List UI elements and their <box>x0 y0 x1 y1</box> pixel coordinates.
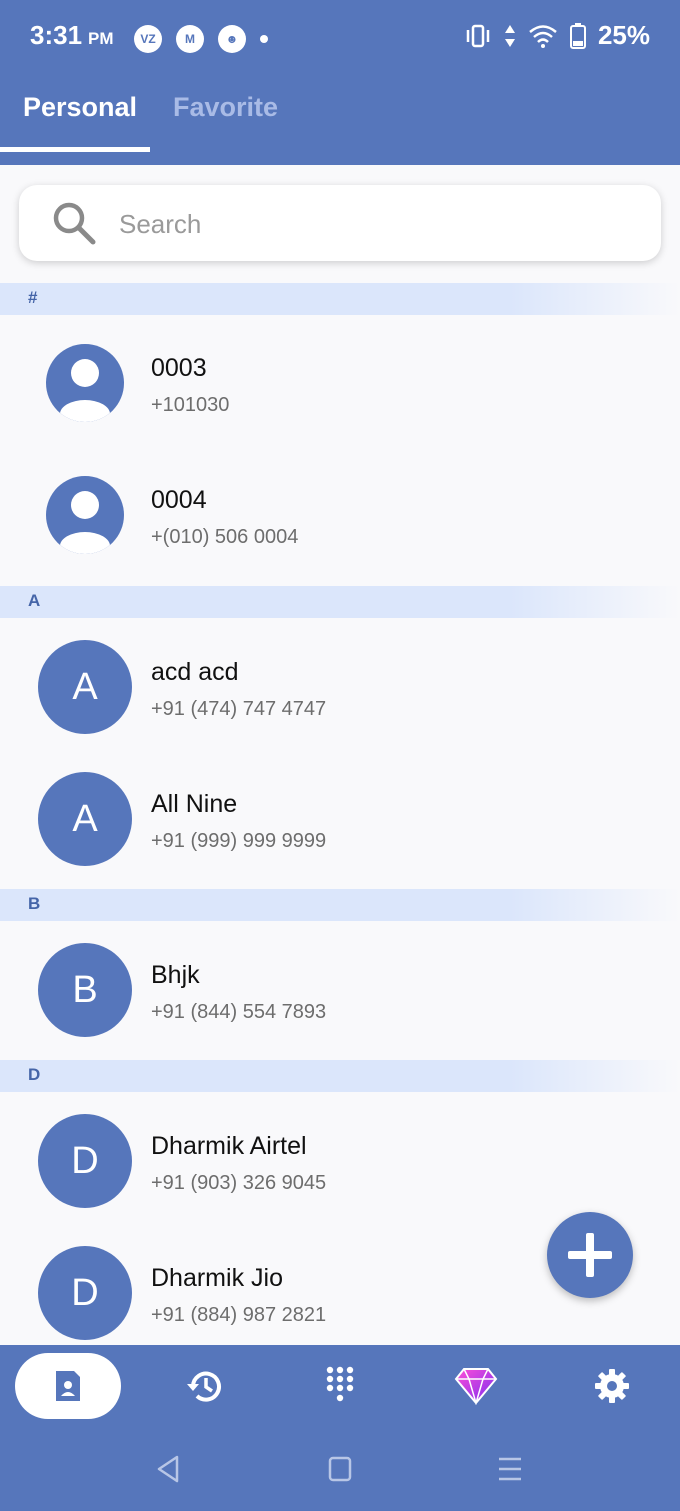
vibrate-icon <box>466 24 490 47</box>
verizon-icon: VZ <box>134 25 162 53</box>
contact-row[interactable]: B Bhjk +91 (844) 554 7893 <box>0 925 680 1057</box>
search-input[interactable] <box>117 203 621 245</box>
nav-history[interactable] <box>151 1353 257 1419</box>
contact-phone: +(010) 506 0004 <box>151 526 299 548</box>
search-bar[interactable] <box>19 185 661 261</box>
contact-name: Dharmik Airtel <box>151 1132 307 1160</box>
active-tab-indicator <box>0 147 150 152</box>
contact-name: Bhjk <box>151 961 200 989</box>
section-header: A <box>0 586 680 618</box>
contact-phone: +91 (903) 326 9045 <box>151 1172 327 1194</box>
nav-dialpad[interactable] <box>287 1353 393 1419</box>
contact-row[interactable]: 0004 +(010) 506 0004 <box>0 450 680 582</box>
more-notifications-dot <box>260 35 268 43</box>
person-icon <box>46 344 124 422</box>
contact-avatar: D <box>38 1114 132 1208</box>
contact-phone: +91 (999) 999 9999 <box>151 830 327 852</box>
contact-avatar: D <box>38 1246 132 1340</box>
home-icon[interactable] <box>328 1455 352 1483</box>
contact-name: 0003 <box>151 354 207 382</box>
bottom-navigation <box>0 1345 680 1511</box>
recents-icon[interactable] <box>497 1455 523 1483</box>
contact-avatar: B <box>38 943 132 1037</box>
contact-row[interactable]: A acd acd +91 (474) 747 4747 <box>0 622 680 754</box>
contact-name: 0004 <box>151 486 207 514</box>
section-header: D <box>0 1060 680 1092</box>
back-icon[interactable] <box>155 1455 181 1483</box>
contact-row[interactable]: D Dharmik Airtel +91 (903) 326 9045 <box>0 1096 680 1228</box>
contact-phone: +91 (474) 747 4747 <box>151 698 327 720</box>
battery-percentage: 25% <box>597 20 650 50</box>
contact-phone: +91 (844) 554 7893 <box>151 1001 327 1023</box>
section-header: # <box>0 283 680 315</box>
contact-name: acd acd <box>151 658 239 686</box>
messages-icon: M <box>176 25 204 53</box>
notification-icons: VZ M ☻ <box>134 25 268 53</box>
assistant-icon: ☻ <box>218 25 246 53</box>
contact-name: Dharmik Jio <box>151 1264 283 1292</box>
dialpad-icon <box>326 1366 354 1402</box>
settings-icon <box>595 1369 629 1403</box>
tab-favorite[interactable]: Favorite <box>173 92 278 123</box>
plus-icon <box>568 1233 612 1277</box>
nav-settings[interactable] <box>559 1353 665 1419</box>
premium-gem-icon <box>454 1368 498 1405</box>
tab-bar: Personal Favorite <box>0 78 680 165</box>
status-indicators: 25% <box>464 20 650 51</box>
status-time: 3:31 PM <box>30 20 114 50</box>
contact-row[interactable]: 0003 +101030 <box>0 318 680 450</box>
person-icon <box>46 476 124 554</box>
contact-avatar: A <box>38 772 132 866</box>
contact-phone: +101030 <box>151 394 230 416</box>
app-header: 3:31 PM VZ M ☻ 25% Personal Favorite <box>0 0 680 165</box>
status-bar: 3:31 PM VZ M ☻ 25% <box>0 0 680 78</box>
contact-phone: +91 (884) 987 2821 <box>151 1304 327 1326</box>
contact-row[interactable]: A All Nine +91 (999) 999 9999 <box>0 754 680 886</box>
nav-contacts[interactable] <box>15 1353 121 1419</box>
nav-premium[interactable] <box>423 1353 529 1419</box>
add-contact-button[interactable] <box>547 1212 633 1298</box>
contacts-icon <box>56 1371 80 1401</box>
data-arrows-icon <box>504 24 515 47</box>
tab-personal[interactable]: Personal <box>23 92 137 123</box>
section-header: B <box>0 889 680 921</box>
battery-icon <box>569 22 586 49</box>
history-icon <box>187 1371 221 1402</box>
wifi-icon <box>529 24 557 48</box>
search-icon <box>53 202 96 245</box>
contact-avatar: A <box>38 640 132 734</box>
contact-name: All Nine <box>151 790 238 818</box>
